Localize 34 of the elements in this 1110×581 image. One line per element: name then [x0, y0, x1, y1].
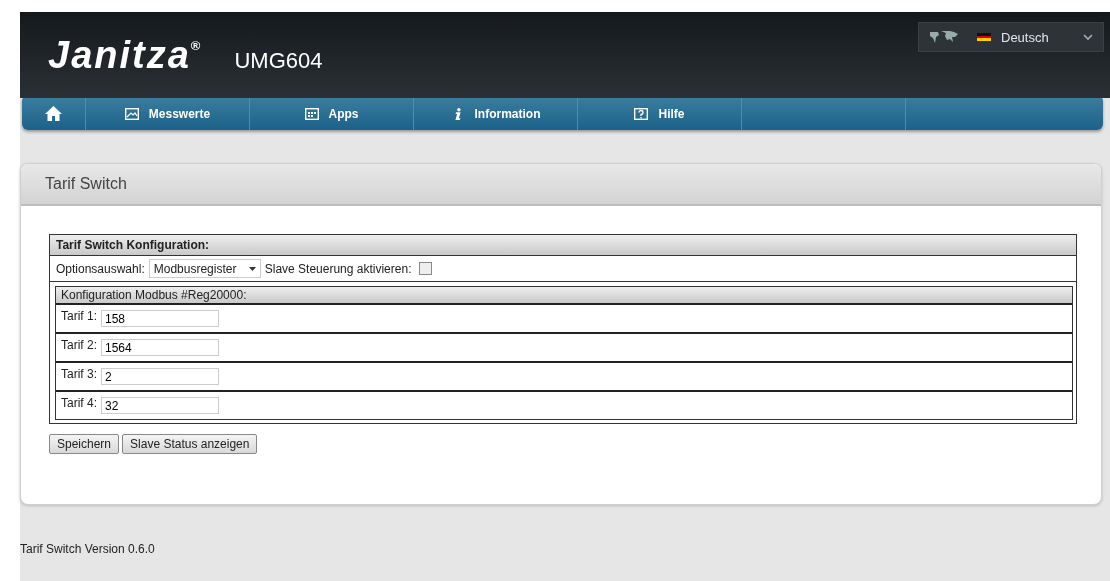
- option-dropdown[interactable]: Modbusregister: [148, 259, 261, 278]
- field-label: Tarif 3:: [61, 367, 97, 381]
- save-button[interactable]: Speichern: [49, 434, 120, 454]
- slave-checkbox[interactable]: [419, 262, 433, 275]
- field-label: Tarif 1:: [61, 309, 97, 323]
- picture-icon: [124, 107, 139, 120]
- nav-tab[interactable]: Apps: [250, 97, 414, 130]
- caret-icon: [248, 266, 256, 271]
- input-field[interactable]: 32: [101, 397, 219, 414]
- logo-text: Janitza: [48, 33, 191, 77]
- device-name: UMG604: [234, 48, 323, 74]
- field-label: Optionsauswahl:: [56, 261, 145, 276]
- grid-icon: [304, 107, 319, 120]
- field-label: Tarif 2:: [61, 338, 97, 352]
- field-label: Slave Steuerung aktivieren:: [264, 261, 412, 276]
- field-label: Tarif 4:: [61, 396, 97, 410]
- input-field[interactable]: 158: [101, 310, 219, 327]
- panel-title: Tarif Switch: [45, 175, 127, 193]
- table-header: Konfiguration Modbus #Reg20000:: [56, 287, 1072, 305]
- table-header: Tarif Switch Konfiguration:: [50, 235, 1076, 256]
- nav-tab[interactable]: Messwerte: [86, 97, 250, 130]
- language-selector[interactable]: Deutsch: [918, 22, 1104, 52]
- world-map-icon: [929, 30, 959, 44]
- slave-status-button[interactable]: Slave Status anzeigen: [122, 434, 258, 454]
- nav-tab[interactable]: Hilfe: [578, 97, 742, 130]
- chevron-down-icon: [1083, 33, 1093, 41]
- version-text: Tarif Switch Version 0.6.0: [20, 542, 156, 556]
- registered-mark: ®: [190, 37, 201, 53]
- input-field[interactable]: 1564: [101, 339, 219, 356]
- input-field[interactable]: 2: [101, 368, 219, 385]
- home-icon[interactable]: [45, 106, 62, 121]
- flag-icon: [977, 33, 991, 41]
- help-icon: [634, 107, 649, 120]
- nav-tab[interactable]: Information: [414, 97, 578, 130]
